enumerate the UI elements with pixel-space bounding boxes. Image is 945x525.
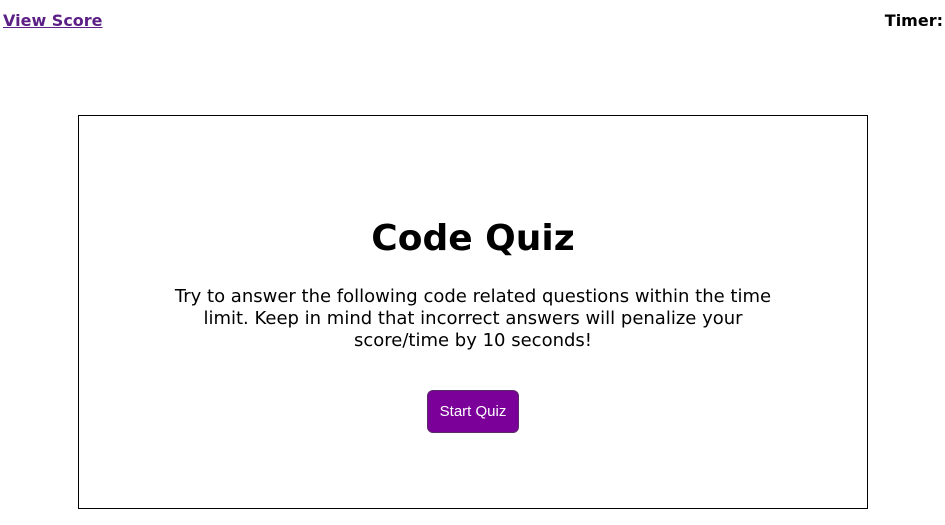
page-title: Code Quiz — [371, 218, 575, 259]
quiz-page: View Score Timer: Code Quiz Try to answe… — [0, 0, 945, 525]
start-quiz-button[interactable]: Start Quiz — [427, 390, 519, 433]
timer-label: Timer: — [884, 11, 943, 30]
quiz-description: Try to answer the following code related… — [174, 286, 772, 351]
view-score-link[interactable]: View Score — [3, 11, 103, 31]
quiz-card: Code Quiz Try to answer the following co… — [78, 115, 868, 509]
